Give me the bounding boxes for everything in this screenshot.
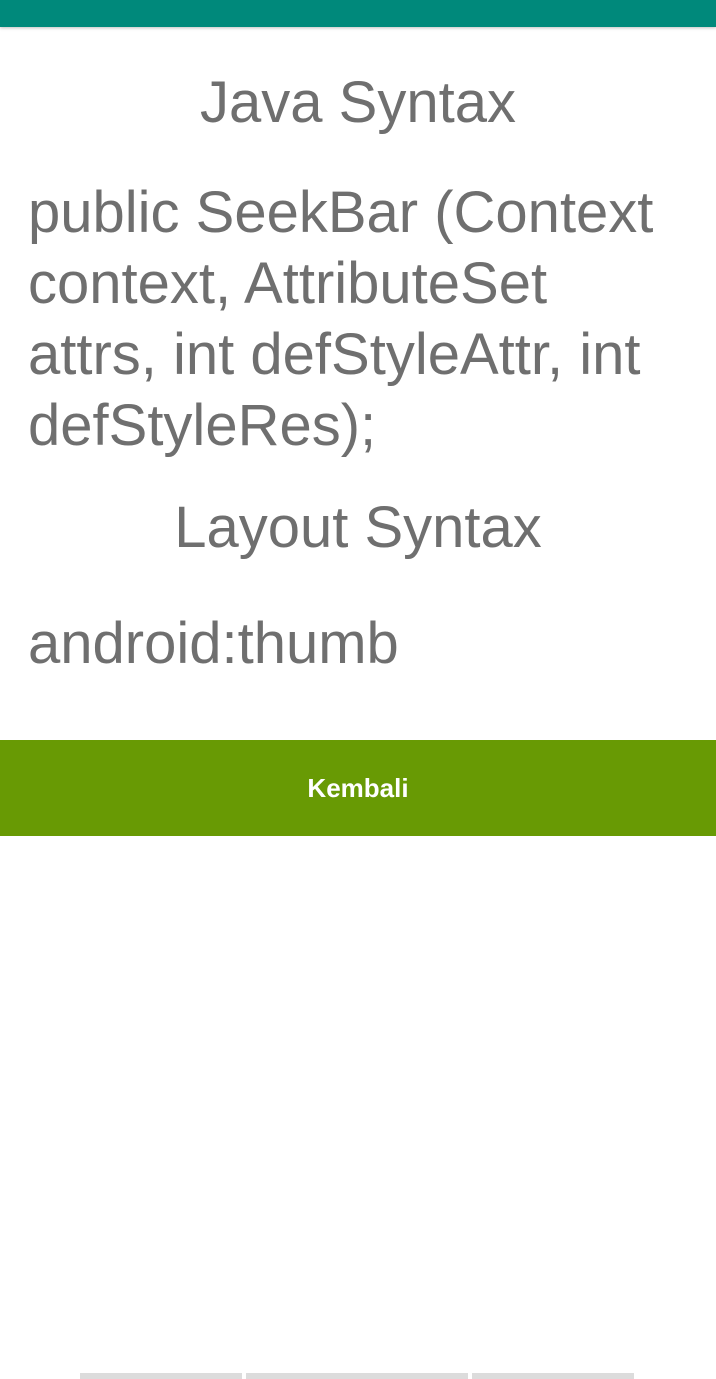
- layout-attribute: android:thumb: [28, 611, 399, 676]
- indicator-segment: [472, 1373, 634, 1379]
- layout-syntax-heading: Layout Syntax: [174, 495, 542, 560]
- content-area: Java Syntax public SeekBar (Context cont…: [0, 27, 716, 461]
- bottom-scroll-indicator: [80, 1373, 634, 1379]
- back-button[interactable]: Kembali: [0, 740, 716, 836]
- java-syntax-code: public SeekBar (Context context, Attribu…: [28, 180, 654, 458]
- indicator-segment: [80, 1373, 242, 1379]
- indicator-segment: [246, 1373, 468, 1379]
- layout-syntax-section: Layout Syntax: [0, 499, 716, 557]
- status-bar: [0, 0, 716, 27]
- java-syntax-heading: Java Syntax: [200, 70, 516, 135]
